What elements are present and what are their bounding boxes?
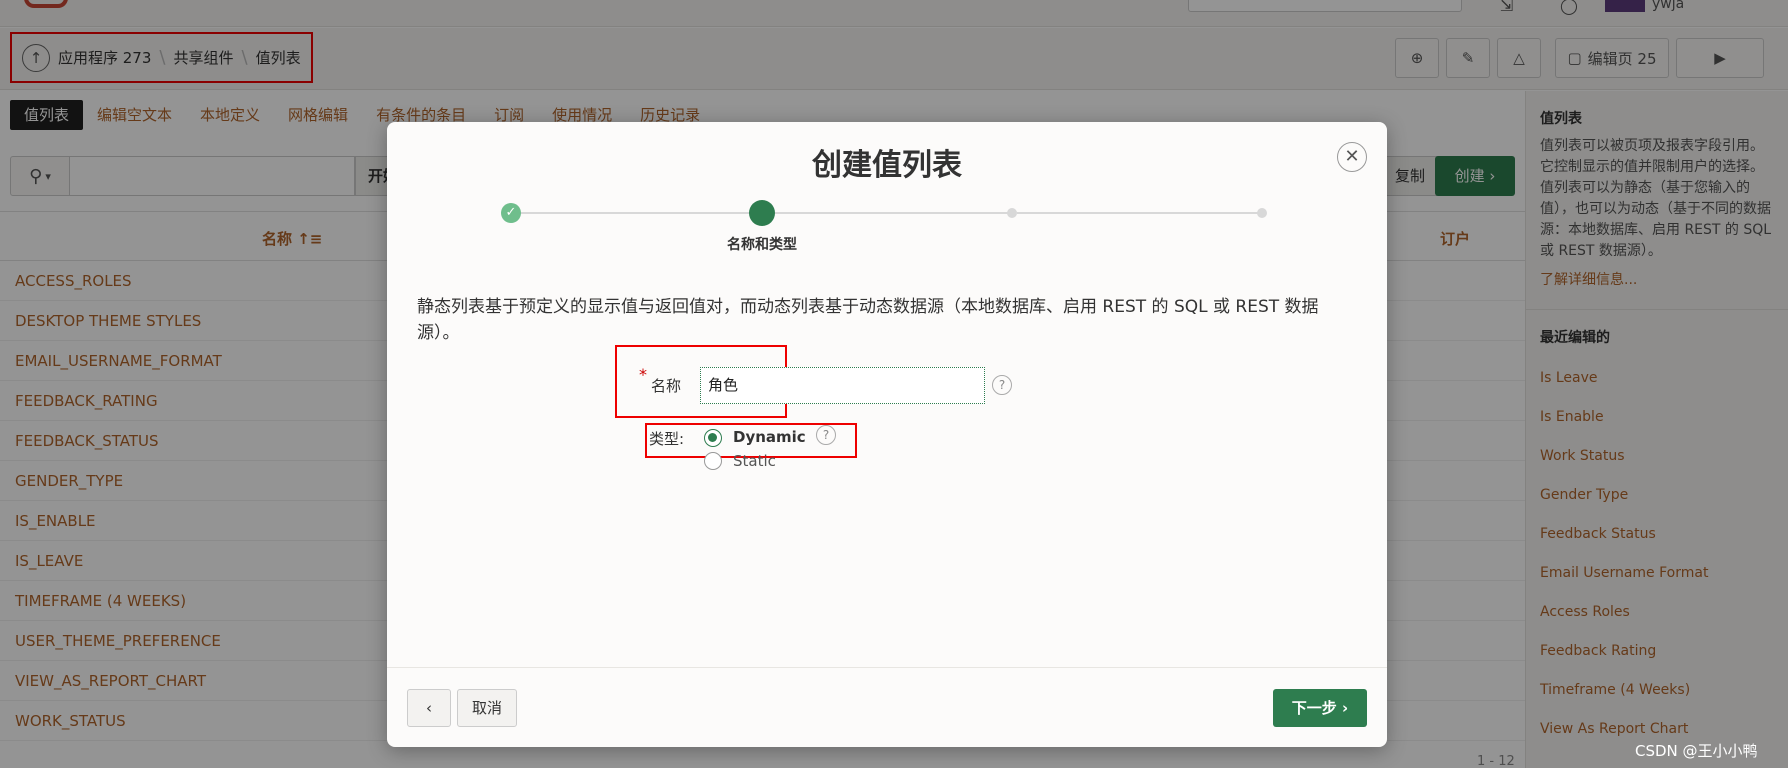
name-label: 名称 xyxy=(651,377,682,395)
close-icon: ✕ xyxy=(1344,146,1360,167)
close-button[interactable]: ✕ xyxy=(1337,142,1367,172)
wizard-line xyxy=(1017,212,1262,214)
name-input[interactable]: 角色 xyxy=(700,367,985,404)
dialog-intro: 静态列表基于预定义的显示值与返回值对，而动态列表基于动态数据源（本地数据库、启用… xyxy=(417,297,1319,343)
watermark: CSDN @王小小鸭 xyxy=(1635,742,1758,760)
dialog-title: 创建值列表 xyxy=(812,148,962,183)
wizard-progress: ✓ 名称和类型 xyxy=(387,200,1387,282)
radio-dynamic-label[interactable]: Dynamic xyxy=(733,428,806,446)
wizard-line xyxy=(511,212,759,214)
dialog-footer: ‹ 取消 下一步 › xyxy=(387,667,1387,747)
create-lov-dialog: 创建值列表 ✕ ✓ 名称和类型 静态列表基于预定义的显示值与返回值对，而动态列表… xyxy=(387,122,1387,747)
previous-button[interactable]: ‹ xyxy=(407,689,451,727)
wizard-step-complete-icon: ✓ xyxy=(501,203,521,223)
required-indicator: * xyxy=(639,365,647,384)
radio-dynamic[interactable] xyxy=(704,429,722,447)
wizard-step-pending xyxy=(1257,208,1267,218)
radio-static-label[interactable]: Static xyxy=(733,452,776,470)
help-icon[interactable]: ? xyxy=(992,375,1012,395)
cancel-button[interactable]: 取消 xyxy=(457,689,517,727)
next-button[interactable]: 下一步 › xyxy=(1273,689,1367,727)
chevron-left-icon: ‹ xyxy=(426,699,432,717)
wizard-step-pending xyxy=(1007,208,1017,218)
help-icon[interactable]: ? xyxy=(816,425,836,445)
radio-static[interactable] xyxy=(704,452,722,470)
wizard-line xyxy=(775,212,1012,214)
wizard-step-current xyxy=(749,200,775,226)
type-label: 类型: xyxy=(649,430,685,448)
wizard-step-label: 名称和类型 xyxy=(727,237,797,253)
